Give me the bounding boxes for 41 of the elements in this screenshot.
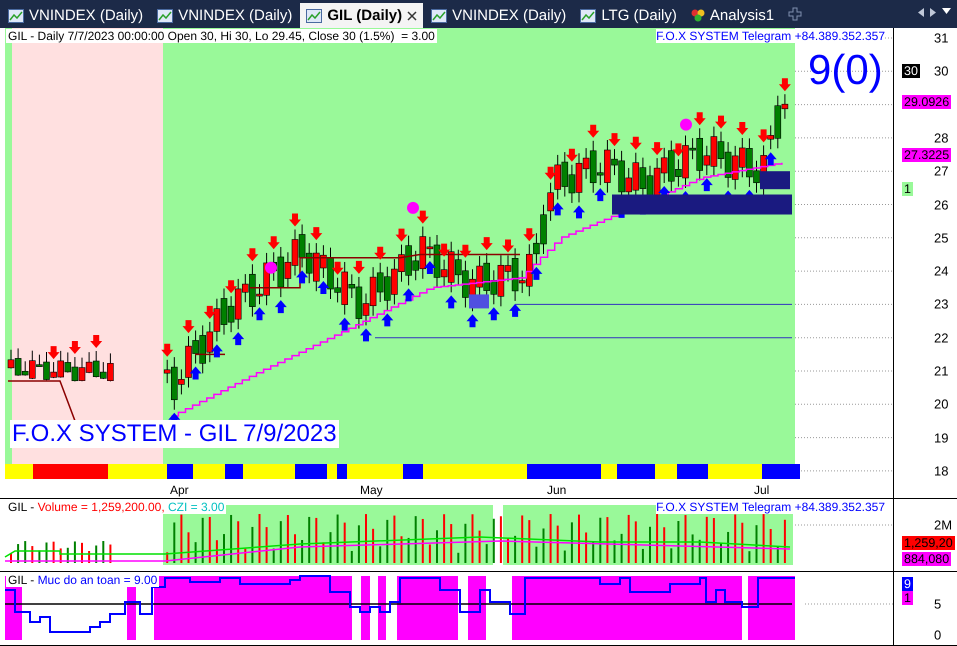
chart-tab[interactable]: LTG (Daily): [574, 3, 683, 28]
chart-tab[interactable]: Analysis1: [684, 3, 780, 28]
price-tag: 1: [902, 182, 913, 196]
axis-label: 2M: [934, 518, 952, 532]
chart-tab[interactable]: VNINDEX (Daily): [2, 3, 150, 28]
price-tag: 27.3225: [902, 148, 952, 162]
axis-label: 30: [934, 64, 948, 79]
axis-label: 21: [934, 364, 948, 378]
axis-label: 19: [934, 430, 948, 446]
chart-tab[interactable]: VNINDEX (Daily): [151, 3, 298, 28]
axis-label: 26: [934, 197, 948, 212]
axis-label: 23: [934, 296, 948, 312]
contact-text: F.O.X SYSTEM Telegram +84.389.352.357: [656, 500, 885, 514]
month-label: Jul: [754, 483, 770, 497]
axis-label: 0: [934, 628, 942, 642]
value-tag: 1,259,20: [902, 536, 955, 550]
month-label: Jun: [547, 483, 566, 497]
price-tag: 30: [902, 64, 920, 78]
axis-label: 25: [934, 230, 948, 246]
chart-tab[interactable]: VNINDEX (Daily): [425, 3, 572, 28]
value-tag: 1: [902, 591, 913, 605]
axis-label: 28: [934, 130, 948, 146]
indicator-header: GIL - Muc do an toan = 9.00: [6, 573, 160, 587]
contact-text: F.O.X SYSTEM Telegram +84.389.352.357: [656, 29, 885, 43]
axis-label: 22: [934, 330, 948, 346]
chart-title: F.O.X SYSTEM - GIL 7/9/2023: [10, 420, 339, 448]
axis-label: 24: [934, 264, 948, 279]
value-tag: 884,080: [902, 552, 952, 566]
signal-count: 9(0): [808, 46, 883, 94]
value-tag: 9: [902, 577, 913, 591]
axis-label: 18: [934, 463, 948, 478]
axis-label: 5: [934, 596, 942, 612]
month-label: May: [360, 483, 383, 497]
volume-header: GIL - Volume = 1,259,200.00, CZI = 3.00: [6, 500, 226, 514]
chart-tab[interactable]: GIL (Daily): [300, 3, 424, 28]
axis-label: 20: [934, 396, 948, 412]
axis-label: 31: [934, 30, 948, 46]
price-tag: 29.0926: [902, 94, 952, 109]
chart-header: GIL - Daily 7/7/2023 00:00:00 Open 30, Hi 30, Lo 29.45, Close 30 (1.5%) = 3.00: [6, 29, 437, 43]
month-label: Apr: [170, 483, 189, 497]
axis-label: 27: [934, 164, 948, 179]
